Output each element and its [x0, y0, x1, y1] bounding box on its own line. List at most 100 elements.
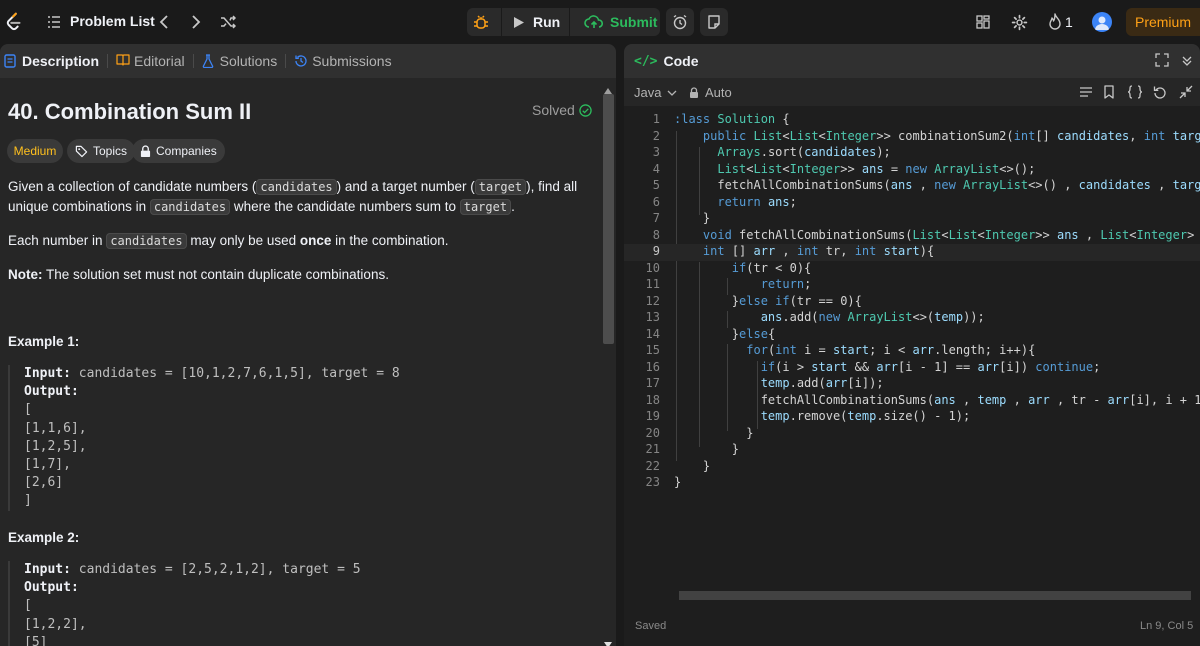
code-line-text: void fetchAllCombinationSums(List<List<I… [702, 227, 1195, 242]
code-line: 17 temp.add(arr[i]); [645, 376, 884, 390]
submit-button[interactable]: Submit [578, 8, 663, 36]
maximize-icon[interactable] [1155, 53, 1171, 69]
code-line-text: :lass Solution { [674, 112, 790, 126]
panel-menu-chevron-icon[interactable] [1180, 53, 1196, 69]
layout-grid-icon[interactable] [973, 12, 993, 32]
solved-label: Solved [532, 102, 575, 118]
cloud-upload-icon [584, 15, 604, 28]
next-problem-button[interactable] [185, 11, 207, 33]
topics-button[interactable]: Topics [67, 139, 136, 163]
settings-gear-icon[interactable] [1009, 12, 1029, 32]
code-line-text: temp.remove(temp.size() - 1); [760, 409, 971, 423]
leetcode-logo-icon[interactable] [2, 10, 26, 34]
code-line: 10 if(tr < 0){ [645, 260, 812, 275]
prev-problem-button[interactable] [153, 11, 175, 33]
problem-list-label[interactable]: Problem List [70, 13, 155, 29]
premium-button[interactable]: Premium [1126, 8, 1200, 36]
tag-icon [75, 145, 88, 157]
code-line: 20 } [645, 425, 754, 440]
code-line: 8 void fetchAllCombinationSums(List<List… [624, 228, 1200, 245]
code-line-text: public List<List<Integer>> combinationSu… [702, 128, 1200, 143]
mode-select[interactable]: Auto [689, 85, 732, 100]
debug-icon[interactable] [472, 13, 490, 31]
language-label: Java [634, 85, 662, 100]
format-code-icon[interactable] [1079, 85, 1093, 99]
code-line-text: fetchAllCombinationSums(ans , new ArrayL… [674, 178, 1200, 192]
chevron-right-icon [192, 15, 201, 29]
code-line: 7 } [652, 211, 711, 225]
timer-button[interactable] [666, 8, 694, 36]
scroll-down-arrow-icon[interactable] [603, 636, 613, 646]
random-problem-button[interactable] [217, 11, 239, 33]
code-line-text: if(tr < 0){ [731, 260, 812, 275]
shuffle-icon [221, 15, 236, 29]
code-line-text: fetchAllCombinationSums(ans , temp , arr… [674, 392, 1200, 407]
code-line: 1:lass Solution { [652, 112, 790, 126]
editor-toolbar: Java Auto [624, 78, 1200, 106]
description-panel: Description Editorial Solutions Submissi… [0, 44, 616, 646]
scroll-up-arrow-icon[interactable] [603, 82, 613, 94]
code-brackets-icon: </> [634, 53, 658, 69]
language-select[interactable]: Java [634, 85, 677, 100]
panel-resize-handle[interactable] [616, 44, 624, 646]
cursor-position: Ln 9, Col 5 [1140, 620, 1194, 632]
collapse-icon[interactable] [1179, 85, 1193, 99]
code-line-text: for(int i = start; i < arr.length; i++){ [746, 343, 1036, 357]
code-line: 16 if(i > start && arr[i - 1] == arr[i])… [645, 359, 1101, 374]
tab-submissions-label: Submissions [312, 53, 392, 69]
tab-description-label: Description [22, 53, 100, 69]
scrollbar-thumb[interactable] [603, 94, 614, 344]
editor-horizontal-scrollbar[interactable] [679, 591, 1191, 600]
play-icon [514, 16, 524, 28]
code-line-text: } [674, 458, 711, 473]
companies-button[interactable]: Companies [132, 139, 225, 163]
code-line-text: }else{ [674, 326, 776, 341]
alarm-clock-icon [673, 14, 687, 30]
companies-label: Companies [156, 144, 217, 158]
bookmark-icon[interactable] [1103, 85, 1117, 99]
code-line: 3 Arrays.sort(candidates); [652, 145, 891, 159]
description-icon [4, 54, 18, 68]
code-editor[interactable]: 1:lass Solution { 2 public List<List<Int… [624, 112, 1200, 552]
run-label: Run [533, 14, 561, 30]
notes-button[interactable] [700, 8, 728, 36]
code-line: 19 temp.remove(temp.size() - 1); [645, 409, 971, 423]
code-line-text: return; [760, 277, 812, 291]
code-line: 22 } [645, 458, 711, 473]
save-status: Saved [635, 620, 667, 632]
solved-status: Solved [532, 102, 592, 118]
braces-icon[interactable] [1127, 85, 1143, 99]
code-line: 12 }else if(tr == 0){ [645, 293, 862, 308]
reset-icon[interactable] [1153, 85, 1167, 99]
example-2-block: Input: candidates = [2,5,2,1,2], target … [8, 561, 598, 646]
user-avatar[interactable] [1092, 12, 1112, 32]
code-title: Code [663, 53, 699, 69]
code-line-text: Arrays.sort(candidates); [717, 145, 891, 159]
streak-count: 1 [1065, 14, 1073, 30]
topics-label: Topics [93, 144, 128, 158]
run-button[interactable]: Run [507, 8, 566, 36]
tab-submissions[interactable]: Submissions [294, 44, 392, 78]
description-paragraph-1: Given a collection of candidate numbers … [8, 179, 578, 215]
tab-solutions[interactable]: Solutions [202, 44, 277, 78]
example-2-title: Example 2: [8, 530, 80, 545]
chevron-left-icon [159, 15, 168, 29]
code-line-text: temp.add(arr[i]); [760, 376, 884, 390]
lock-icon [140, 144, 151, 157]
code-line-text: } [674, 475, 682, 489]
code-line-text: } [674, 425, 754, 440]
code-panel: </> Code Java Auto 1:lass Solution { 2 [624, 44, 1200, 646]
tab-editorial[interactable]: Editorial [116, 44, 185, 78]
chevron-down-icon [668, 90, 677, 96]
problem-list-icon[interactable] [46, 14, 62, 30]
book-icon [116, 54, 130, 68]
code-line: 18 fetchAllCombinationSums(ans , temp , … [624, 393, 1200, 410]
description-paragraph-2: Each number in candidates may only be us… [8, 233, 449, 249]
code-line: 6 return ans; [652, 194, 797, 209]
submit-label: Submit [610, 14, 658, 30]
code-line: 14 }else{ [645, 326, 776, 341]
code-line-text: List<List<Integer>> ans = new ArrayList<… [717, 161, 1036, 176]
code-line: 2 public List<List<Integer>> combination… [624, 129, 1200, 146]
tab-description[interactable]: Description [4, 44, 99, 78]
streak-flame-icon[interactable] [1045, 12, 1065, 32]
